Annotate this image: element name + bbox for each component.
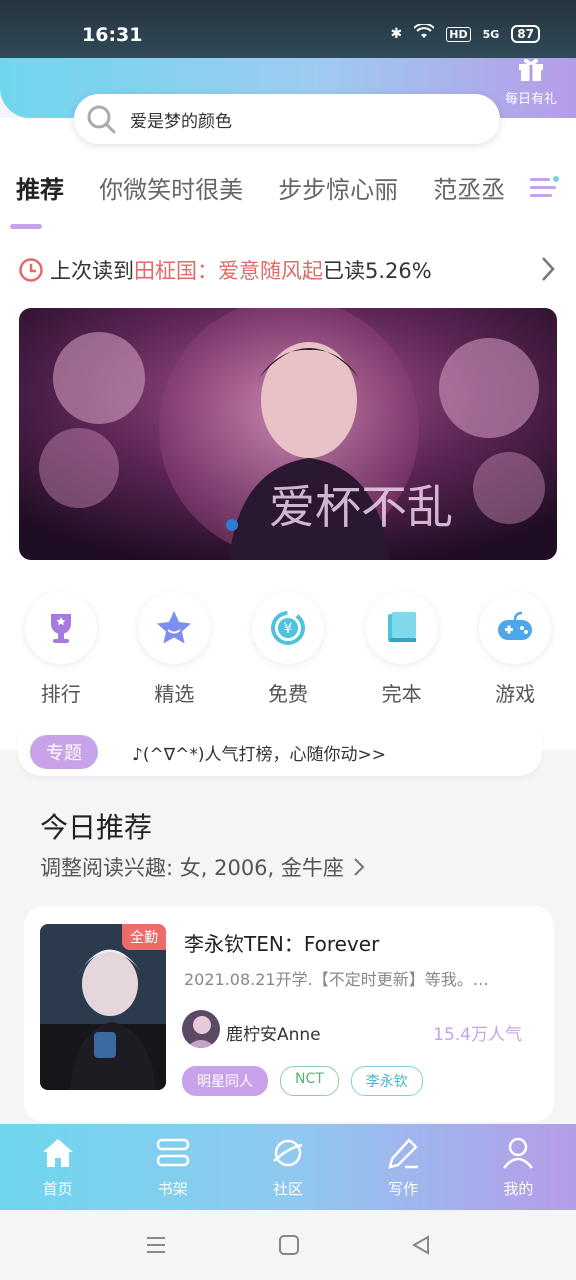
tab-book-3[interactable]: 范丞丞 [433,170,505,205]
gift-label: 每日有礼 [504,92,557,107]
category-featured[interactable]: 精选 [124,592,224,707]
category-label: 游戏 [495,682,536,706]
tag[interactable]: 明星同人 [182,1066,268,1096]
popularity-count: 15.4万人气 [433,1025,522,1045]
nav-label: 写作 [388,1180,419,1198]
planet-icon [273,1139,303,1167]
avatar [182,1010,220,1048]
topic-badge: 专题 [30,735,98,769]
nav-profile[interactable]: 我的 [478,1136,558,1210]
ranking-icon-wrap [24,592,97,664]
book-tags: 明星同人 NCT 李永钦 [182,1066,423,1096]
last-read-prefix: 上次读到 [50,259,134,283]
trophy-icon [50,614,71,643]
free-icon-wrap: ¥ [251,592,324,664]
featured-icon-wrap [138,592,211,664]
recent-apps-icon[interactable] [144,1233,168,1257]
svg-text:¥: ¥ [284,621,293,637]
bookshelf-icon [156,1138,190,1167]
nav-bookshelf[interactable]: 书架 [133,1136,213,1210]
yen-icon: ¥ [270,611,305,645]
category-free[interactable]: ¥ 免费 [238,592,338,707]
last-read-bar[interactable]: 上次读到 田柾国：爱意随风起 已读5.26% [18,252,558,288]
games-icon-wrap [479,592,552,664]
tab-recommend[interactable]: 推荐 [16,170,64,205]
banner-title: 爱杯不乱 [269,480,453,534]
chevron-right-icon [354,858,365,876]
battery-indicator: 87 [511,25,540,43]
full-attendance-badge: 全勤 [122,924,166,950]
nav-label: 社区 [272,1180,303,1198]
tag[interactable]: NCT [280,1066,339,1096]
tag[interactable]: 李永钦 [350,1066,423,1096]
nav-community[interactable]: 社区 [248,1136,328,1210]
pen-icon [388,1138,419,1169]
signal-icon: 5G [482,27,500,41]
topic-strip[interactable]: 专题 ♪(^∇^*)人气打榜，心随你动>> [18,728,542,776]
search-query: 爱是梦的颜色 [130,111,232,132]
search-icon [87,105,116,134]
category-label: 排行 [40,682,81,706]
nav-label: 书架 [157,1180,188,1198]
reading-interest-text: 调整阅读兴趣: 女, 2006, 金牛座 [40,856,344,880]
tab-menu-button[interactable] [528,172,560,204]
bluetooth-icon: ✱ [390,26,403,42]
category-games[interactable]: 游戏 [465,592,565,707]
gamepad-icon [498,611,533,640]
user-icon [503,1137,534,1169]
active-tab-indicator [10,224,42,229]
author-name: 鹿柠安Anne [226,1025,321,1045]
category-label: 免费 [267,682,308,706]
promo-banner[interactable]: 爱杯不乱 [19,308,557,560]
home-square-icon[interactable] [278,1234,300,1256]
reading-interest-link[interactable]: 调整阅读兴趣: 女, 2006, 金牛座 [40,852,366,882]
status-time: 16:31 [82,24,143,46]
banner-image: 爱杯不乱 [19,308,557,560]
category-completed[interactable]: 完本 [352,592,452,707]
home-icon [42,1139,73,1167]
clock-icon [19,258,43,282]
status-bar: 16:31 ✱ HD 5G 87 [0,0,576,58]
book-description: 2021.08.21开学.【不定时更新】等我。… [184,970,489,989]
hd-icon: HD [446,26,471,42]
nav-label: 首页 [42,1180,73,1198]
last-read-progress: 已读5.26% [323,259,432,283]
search-input[interactable]: 爱是梦的颜色 [74,94,500,144]
completed-icon-wrap [365,592,438,664]
category-label: 完本 [381,682,422,706]
gift-icon [519,58,543,81]
category-label: 精选 [154,682,195,706]
nav-label: 我的 [503,1180,534,1198]
last-read-book: 田柾国：爱意随风起 [134,259,323,283]
tab-book-1[interactable]: 你微笑时很美 [99,170,243,205]
nav-write[interactable]: 写作 [363,1136,443,1210]
daily-gift-button[interactable]: 每日有礼 [500,56,562,107]
book-title: 李永钦TEN：Forever [184,932,380,956]
wifi-icon [413,22,435,44]
tab-book-2[interactable]: 步步惊心丽 [278,170,398,205]
book-icon [387,612,416,642]
section-title: 今日推荐 [40,811,153,844]
category-tabs: 推荐 你微笑时很美 步步惊心丽 范丞丞 [16,170,526,230]
bottom-navigation: 首页 书架 社区 写作 我的 [0,1124,576,1210]
nav-home[interactable]: 首页 [18,1136,98,1210]
star-icon [157,611,192,644]
category-ranking[interactable]: 排行 [11,592,111,707]
topic-text: ♪(^∇^*)人气打榜，心随你动>> [132,744,386,765]
back-icon[interactable] [410,1234,432,1256]
book-cover: 全勤 [40,924,166,1090]
system-navigation [0,1210,576,1280]
status-icons: ✱ HD 5G 87 [390,22,540,44]
chevron-right-icon [542,257,555,281]
book-card[interactable]: 全勤 李永钦TEN：Forever 2021.08.21开学.【不定时更新】等我… [24,906,554,1122]
category-shortcuts: 排行 精选 ¥ 免费 完本 游戏 [0,592,576,707]
menu-icon [530,176,559,197]
